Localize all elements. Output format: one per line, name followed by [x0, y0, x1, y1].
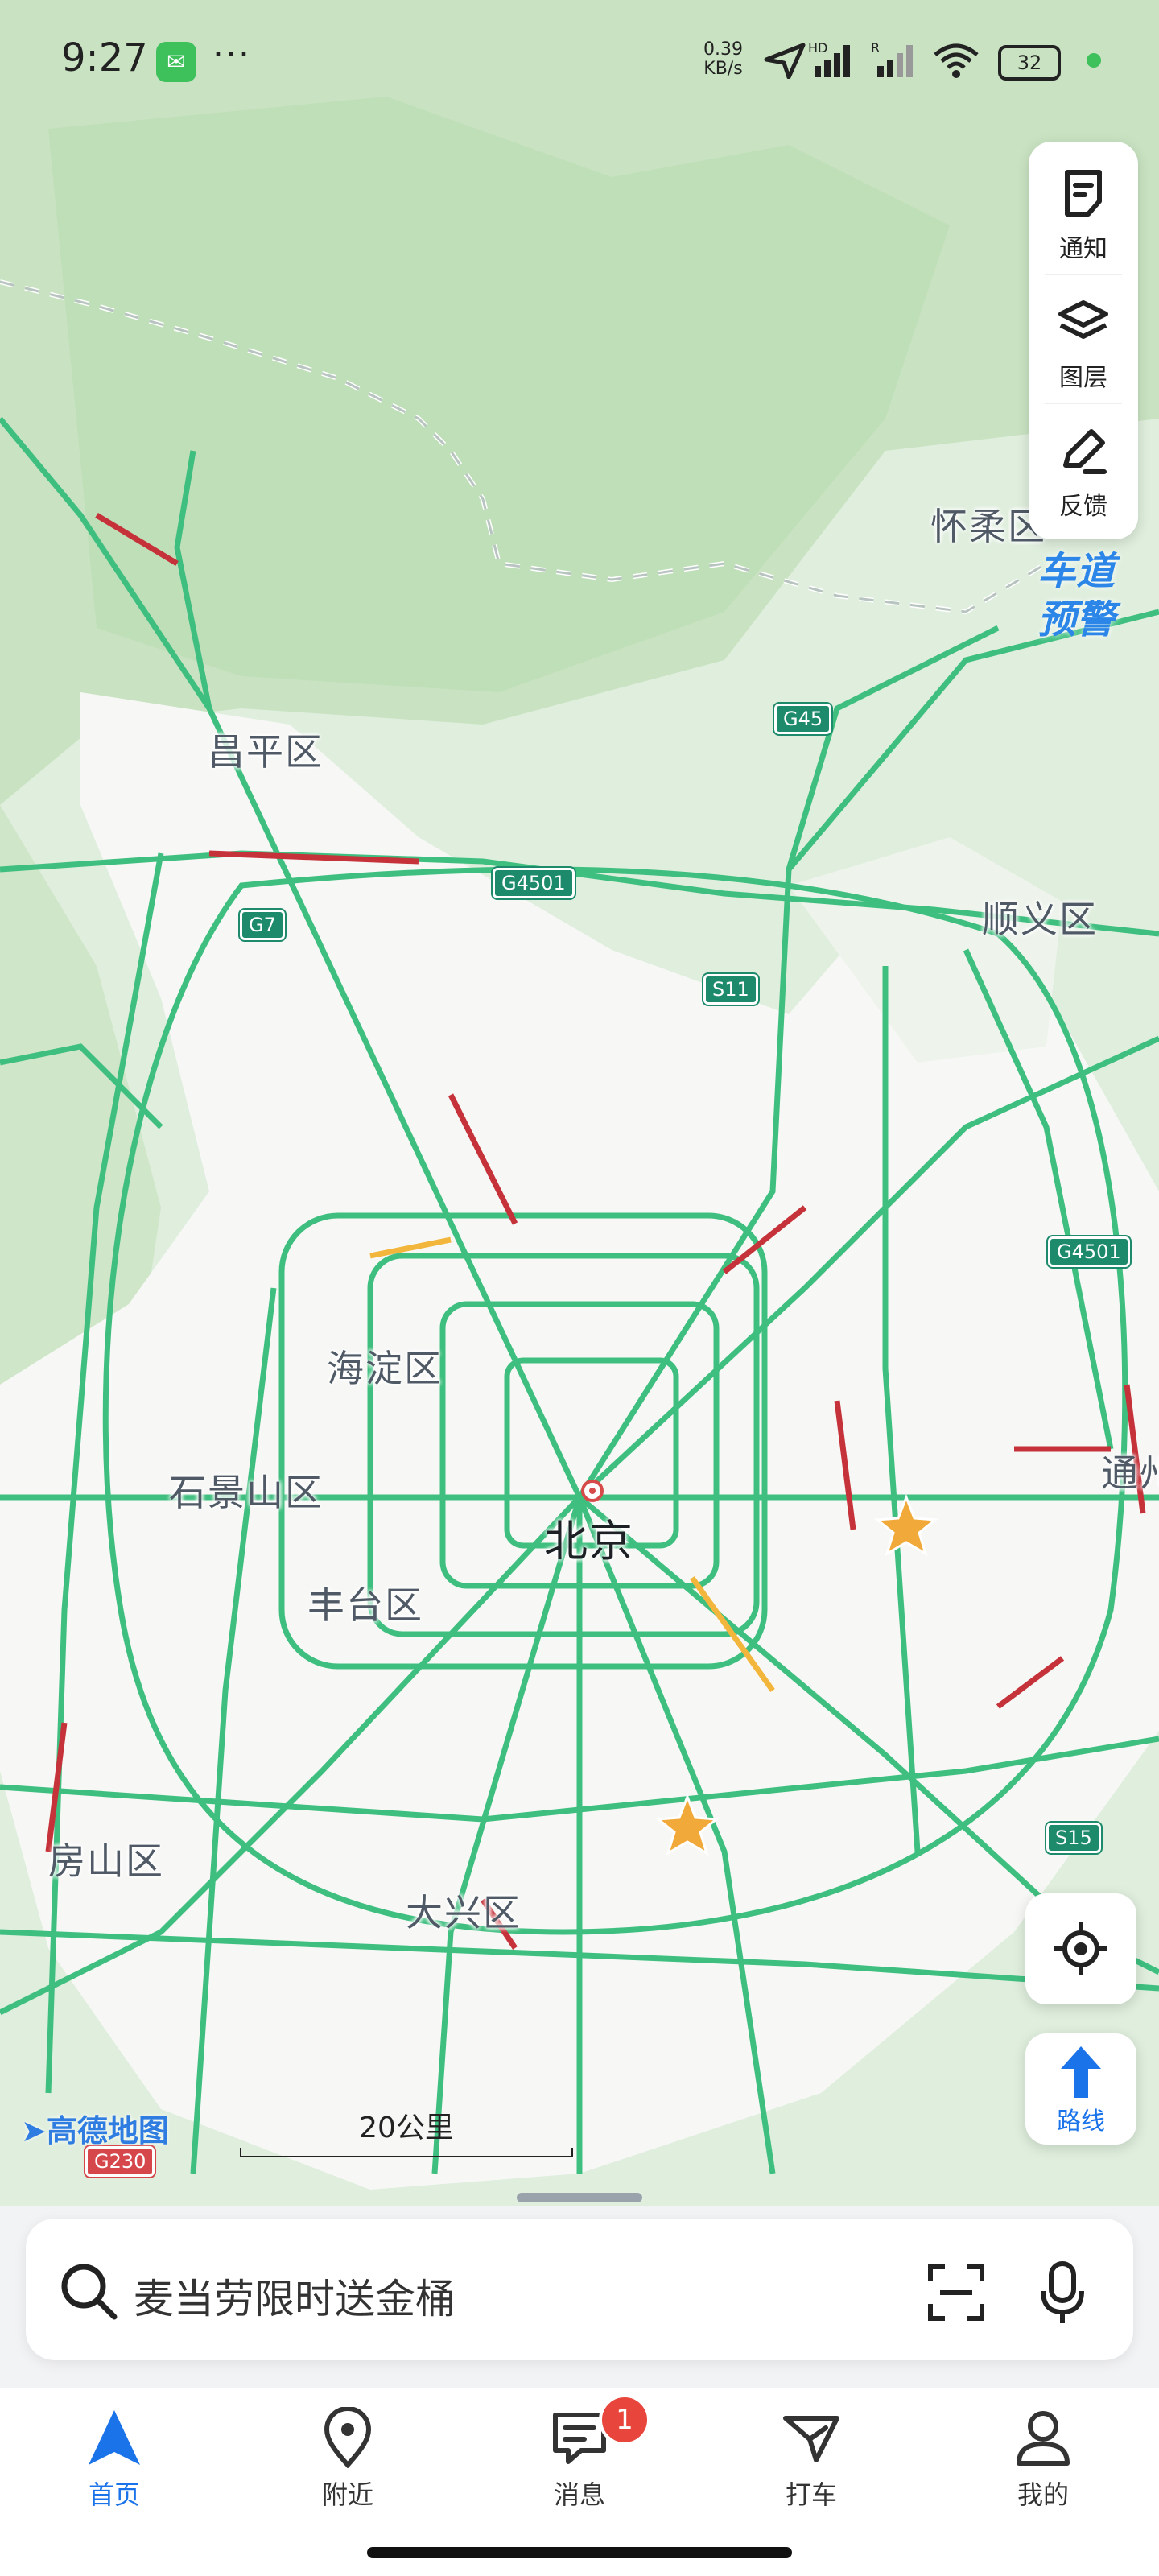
privacy-indicator-dot	[1087, 53, 1101, 68]
scan-icon[interactable]	[927, 2264, 985, 2322]
tab-home-label: 首页	[88, 2479, 140, 2510]
lane-warning-badge[interactable]: 车道 预警	[1016, 547, 1136, 660]
signal-sim1-icon: HD	[808, 40, 861, 79]
district-label-daxing: 大兴区	[406, 1891, 522, 1934]
tab-taxi-label: 打车	[785, 2479, 837, 2510]
signal-sim2-icon: R	[871, 40, 924, 79]
highway-shield-g230: G230	[83, 2145, 157, 2178]
highway-shield-g4501-north: G4501	[491, 866, 576, 900]
location-pin-icon	[324, 2406, 372, 2469]
tab-home[interactable]: 首页	[42, 2407, 187, 2520]
map-graphic	[0, 0, 1159, 2254]
tab-profile-label: 我的	[1017, 2479, 1069, 2510]
district-label-fangshan: 房山区	[48, 1839, 164, 1883]
district-label-haidian: 海淀区	[327, 1347, 443, 1390]
more-notifications-icon: ···	[212, 34, 251, 75]
highway-shield-g4501-east: G4501	[1046, 1235, 1132, 1269]
battery-indicator: 32	[998, 45, 1061, 80]
district-label-fengtai: 丰台区	[307, 1583, 423, 1627]
district-label-shijingshan: 石景山区	[169, 1471, 324, 1514]
route-label: 路线	[1057, 2107, 1105, 2136]
status-time: 9:27	[61, 35, 148, 80]
highway-shield-s11: S11	[702, 972, 760, 1006]
sim1-label: HD	[808, 40, 828, 56]
highway-shield-s15: S15	[1045, 1821, 1103, 1855]
district-label-shunyi: 顺义区	[982, 898, 1098, 941]
tab-nearby[interactable]: 附近	[275, 2406, 420, 2520]
pencil-icon	[1063, 429, 1107, 474]
sheet-drag-handle[interactable]	[517, 2193, 642, 2202]
map-scale: 20公里	[240, 2104, 573, 2157]
lane-warning-line1: 车道	[1037, 549, 1115, 594]
district-label-tongzhou: 通州	[1101, 1451, 1159, 1495]
divider	[1045, 402, 1122, 404]
taxi-icon	[783, 2416, 839, 2462]
tab-taxi[interactable]: 打车	[739, 2407, 884, 2520]
wifi-icon	[934, 43, 979, 78]
tab-messages-label: 消息	[553, 2479, 605, 2510]
messages-unread-badge: 1	[599, 2394, 650, 2446]
logo-arrow-icon: ➤	[21, 2113, 47, 2149]
feedback-label: 反馈	[1059, 493, 1107, 521]
my-location-button[interactable]	[1025, 1893, 1136, 2004]
amap-logo: ➤高德地图	[21, 2106, 169, 2150]
feedback-button[interactable]: 反馈	[1029, 406, 1138, 526]
map-tools-panel: 通知 图层 反馈	[1029, 142, 1138, 539]
district-label-changping: 昌平区	[208, 730, 324, 774]
system-home-indicator[interactable]	[367, 2547, 792, 2558]
crosshair-icon	[1054, 1922, 1107, 1975]
wechat-notification-icon: ✉	[156, 42, 196, 82]
scale-label: 20公里	[359, 2112, 454, 2145]
highway-shield-g45: G45	[772, 702, 834, 736]
tab-profile[interactable]: 我的	[971, 2407, 1116, 2520]
search-input[interactable]: 麦当劳限时送金桶	[134, 2267, 456, 2325]
divider	[1045, 274, 1122, 275]
layers-icon	[1058, 300, 1108, 339]
logo-text: 高德地图	[46, 2113, 169, 2149]
user-icon	[1017, 2411, 1070, 2466]
notice-icon	[1065, 170, 1102, 217]
lane-warning-line2: 预警	[1037, 597, 1115, 642]
map-canvas[interactable]: 怀柔区 昌平区 顺义区 海淀区 石景山区 北京 丰台区 房山区 大兴区 通州 G…	[0, 0, 1159, 2254]
layers-label: 图层	[1059, 364, 1107, 392]
notice-label: 通知	[1059, 235, 1107, 263]
route-arrow-icon	[1061, 2046, 1101, 2098]
search-icon	[61, 2264, 118, 2320]
route-button[interactable]: 路线	[1025, 2033, 1136, 2145]
network-speed: 0.39 KB/s	[703, 40, 743, 79]
highway-shield-g7: G7	[238, 908, 287, 942]
microphone-icon[interactable]	[1038, 2260, 1087, 2325]
sim2-label: R	[871, 40, 881, 56]
navigation-arrow-icon	[89, 2410, 140, 2465]
status-bar: 9:27 ✉ ··· 0.39 KB/s HD R 32	[0, 0, 1159, 129]
location-arrow-icon	[764, 43, 806, 79]
tab-nearby-label: 附近	[321, 2479, 373, 2510]
notice-button[interactable]: 通知	[1029, 148, 1138, 269]
layers-button[interactable]: 图层	[1029, 277, 1138, 398]
city-label: 北京	[544, 1516, 634, 1567]
network-speed-value: 0.39	[703, 39, 743, 60]
network-speed-unit: KB/s	[703, 59, 743, 79]
scale-bar	[240, 2148, 573, 2157]
